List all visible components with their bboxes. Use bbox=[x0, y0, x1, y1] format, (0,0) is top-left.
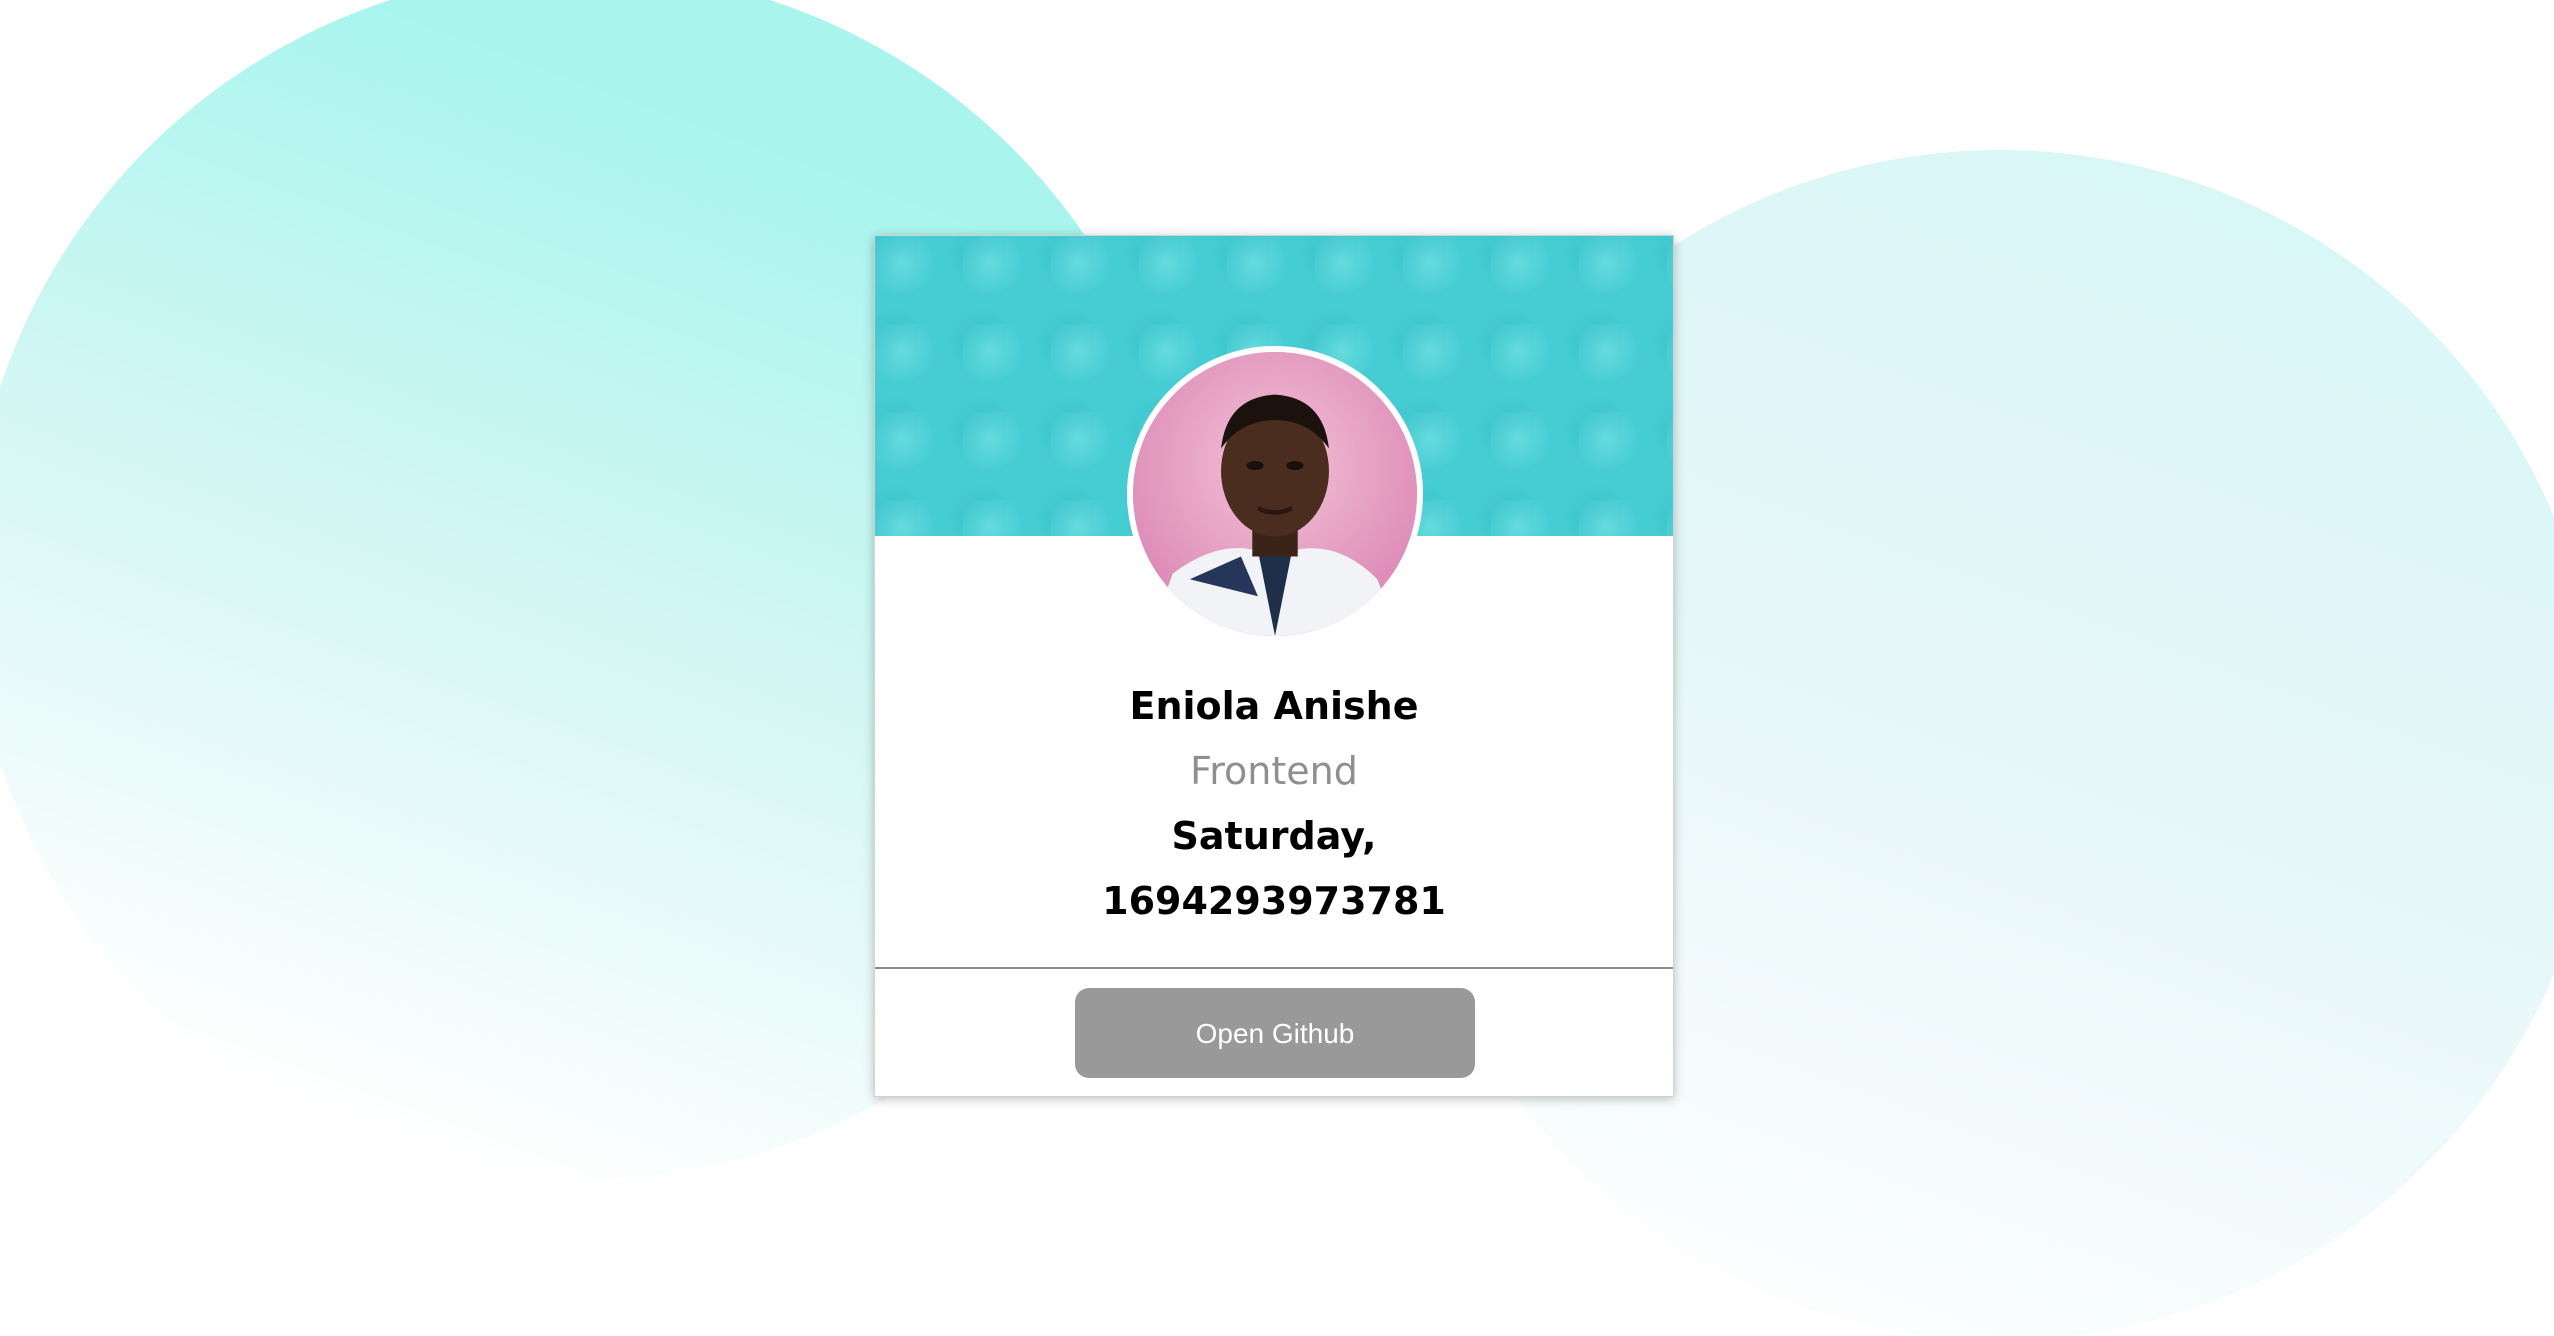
avatar-photo bbox=[1133, 352, 1417, 636]
profile-day: Saturday, bbox=[1171, 814, 1377, 858]
profile-name: Eniola Anishe bbox=[1129, 684, 1419, 728]
open-github-button[interactable]: Open Github bbox=[1075, 988, 1475, 1078]
profile-timestamp: 1694293973781 bbox=[1102, 879, 1446, 923]
profile-role: Frontend bbox=[1190, 749, 1358, 793]
page-background: Eniola Anishe Frontend Saturday, 1694293… bbox=[0, 0, 2554, 1336]
card-divider bbox=[875, 967, 1673, 969]
avatar bbox=[1127, 346, 1423, 642]
profile-card: Eniola Anishe Frontend Saturday, 1694293… bbox=[874, 235, 1674, 1097]
